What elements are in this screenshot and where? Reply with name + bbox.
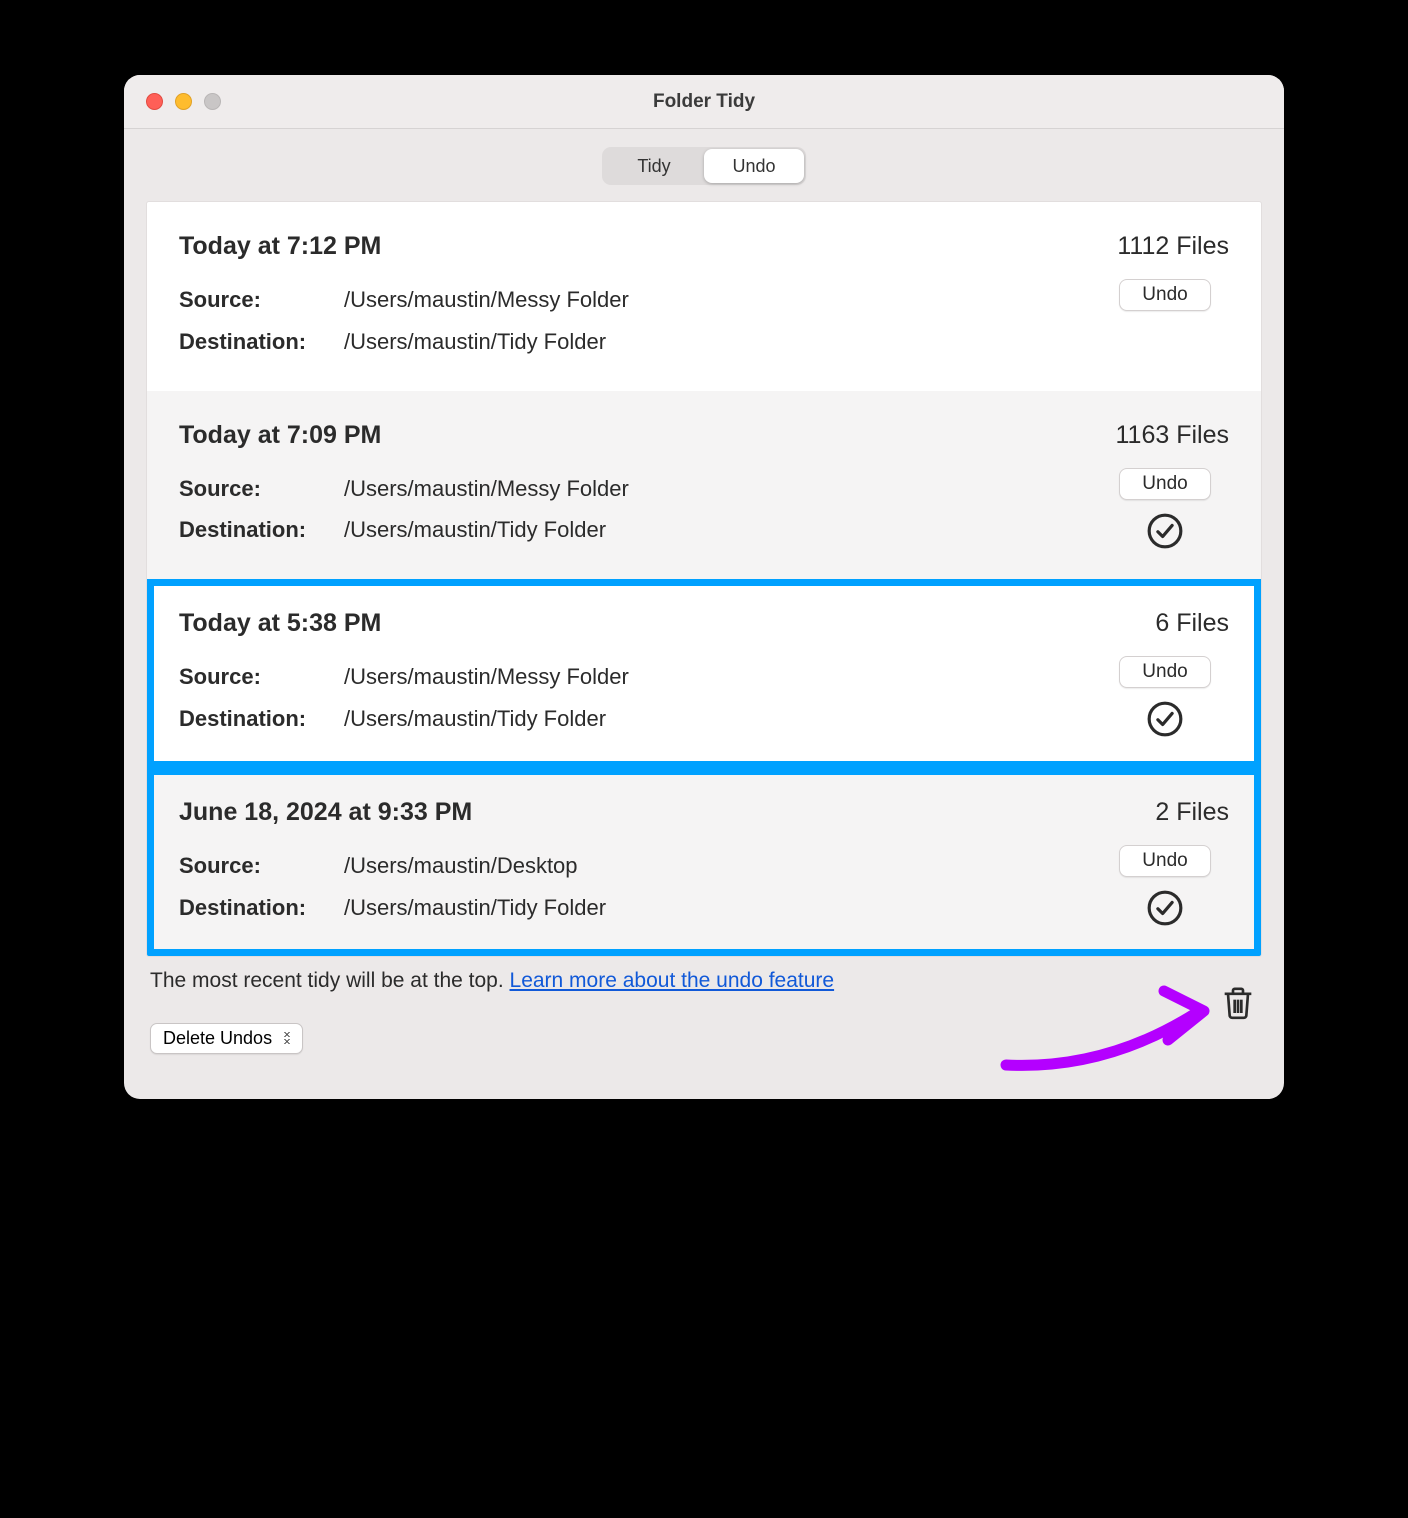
entry-timestamp: Today at 7:12 PM <box>179 232 381 261</box>
entry-text: Source:Destination:/Users/maustin/Deskto… <box>179 845 1089 929</box>
destination-label: Destination: <box>179 887 344 929</box>
entry-header: Today at 7:12 PM 1112 Files <box>179 232 1229 261</box>
entry-body: Source:Destination:/Users/maustin/Messy … <box>179 279 1229 363</box>
window-title: Folder Tidy <box>124 91 1284 113</box>
source-label: Source: <box>179 468 344 510</box>
undo-list: Today at 7:12 PM1112 FilesSource:Destina… <box>146 201 1262 957</box>
trash-icon[interactable] <box>1218 983 1258 1023</box>
content-area: Tidy Undo Today at 7:12 PM 1112 Files Sour… <box>124 129 1284 1099</box>
tab-tidy[interactable]: Tidy <box>604 149 704 183</box>
source-value: /Users/maustin/Desktop <box>344 845 1089 887</box>
entry-filecount: 6 Files <box>1155 609 1229 638</box>
entry-filecount: 1163 Files <box>1116 421 1230 450</box>
destination-label: Destination: <box>179 321 344 363</box>
traffic-lights <box>124 93 221 110</box>
footer-row: Delete Undos <box>146 1003 1262 1077</box>
entry-text: Source:Destination:/Users/maustin/Messy … <box>179 468 1089 552</box>
undo-entry[interactable]: Today at 7:09 PM 1163 Files Source:Destina… <box>147 391 1261 580</box>
undo-entry[interactable]: Today at 7:12 PM 1112 Files Source:Destina… <box>147 202 1261 391</box>
source-label: Source: <box>179 656 344 698</box>
entry-filecount: 2 Files <box>1155 798 1229 827</box>
entry-header: Today at 7:09 PM 1163 Files <box>179 421 1229 450</box>
entry-header: June 18, 2024 at 9:33 PM 2 Files <box>179 798 1229 827</box>
undo-entry[interactable]: June 18, 2024 at 9:33 PM 2 Files Source:De… <box>147 768 1261 957</box>
entry-controls: Undo <box>1101 468 1229 552</box>
entry-timestamp: Today at 5:38 PM <box>179 609 381 638</box>
destination-value: /Users/maustin/Tidy Folder <box>344 509 1089 551</box>
checkmark-circle-icon <box>1146 512 1184 550</box>
tab-undo[interactable]: Undo <box>704 149 804 183</box>
destination-label: Destination: <box>179 698 344 740</box>
entry-filecount: 1112 Files <box>1117 232 1229 261</box>
entry-body: Source:Destination:/Users/maustin/Deskto… <box>179 845 1229 929</box>
app-window: Folder Tidy Tidy Undo Today at 7:12 PM 11… <box>124 75 1284 1099</box>
source-value: /Users/maustin/Messy Folder <box>344 468 1089 510</box>
destination-value: /Users/maustin/Tidy Folder <box>344 321 1089 363</box>
undo-button[interactable]: Undo <box>1119 468 1210 500</box>
segmented-control-inner: Tidy Undo <box>602 147 806 185</box>
entry-text: Source:Destination:/Users/maustin/Messy … <box>179 279 1089 363</box>
undo-button[interactable]: Undo <box>1119 656 1210 688</box>
entry-controls: Undo <box>1101 656 1229 740</box>
source-label: Source: <box>179 279 344 321</box>
checkmark-circle-icon <box>1146 700 1184 738</box>
entry-text: Source:Destination:/Users/maustin/Messy … <box>179 656 1089 740</box>
titlebar: Folder Tidy <box>124 75 1284 129</box>
entry-timestamp: June 18, 2024 at 9:33 PM <box>179 798 472 827</box>
source-value: /Users/maustin/Messy Folder <box>344 279 1089 321</box>
undo-button[interactable]: Undo <box>1119 845 1210 877</box>
undo-button[interactable]: Undo <box>1119 279 1210 311</box>
entry-controls: Undo <box>1101 279 1229 363</box>
delete-undos-select[interactable]: Delete Undos <box>150 1023 303 1054</box>
entry-controls: Undo <box>1101 845 1229 929</box>
trash-area <box>998 1003 1258 1073</box>
undo-entry[interactable]: Today at 5:38 PM 6 Files Source:Destinatio… <box>147 579 1261 768</box>
annotation-arrow <box>996 975 1226 1075</box>
destination-value: /Users/maustin/Tidy Folder <box>344 698 1089 740</box>
destination-label: Destination: <box>179 509 344 551</box>
checkmark-circle-icon <box>1146 889 1184 927</box>
destination-value: /Users/maustin/Tidy Folder <box>344 887 1089 929</box>
learn-more-link[interactable]: Learn more about the undo feature <box>510 969 835 992</box>
minimize-window-button[interactable] <box>175 93 192 110</box>
delete-undos-select-label: Delete Undos <box>163 1028 272 1048</box>
footer-message: The most recent tidy will be at the top. <box>150 969 510 992</box>
close-window-button[interactable] <box>146 93 163 110</box>
source-label: Source: <box>179 845 344 887</box>
zoom-window-button[interactable] <box>204 93 221 110</box>
entry-header: Today at 5:38 PM 6 Files <box>179 609 1229 638</box>
entry-body: Source:Destination:/Users/maustin/Messy … <box>179 468 1229 552</box>
source-value: /Users/maustin/Messy Folder <box>344 656 1089 698</box>
entry-body: Source:Destination:/Users/maustin/Messy … <box>179 656 1229 740</box>
segmented-control: Tidy Undo <box>146 147 1262 185</box>
entry-timestamp: Today at 7:09 PM <box>179 421 381 450</box>
